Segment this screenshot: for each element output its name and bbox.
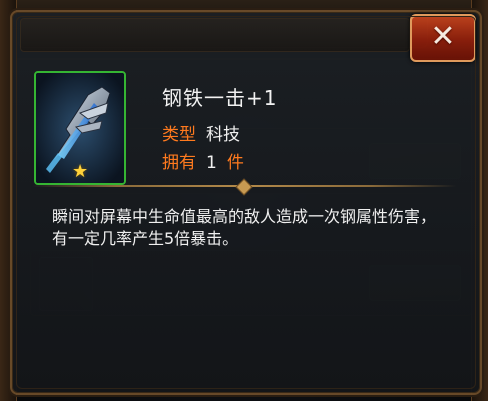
owned-unit: 件 xyxy=(226,153,244,173)
item-detail-popup: ✕ xyxy=(10,10,482,395)
item-name: 钢铁一击+1 xyxy=(162,86,278,110)
item-owned-row: 拥有 1 件 xyxy=(162,148,244,173)
item-description: 瞬间对屏幕中生命值最高的敌人造成一次钢属性伤害，有一定几率产生5倍暴击。 xyxy=(52,207,437,248)
popup-header-bar xyxy=(20,18,410,52)
close-icon: ✕ xyxy=(430,19,456,54)
game-screen: ✕ ★ 钢铁一击+1 类型 科技 拥有 1 件 瞬间对屏幕中生命值最高的敌人造成… xyxy=(0,0,488,401)
star-icon: ★ xyxy=(72,161,89,182)
type-label: 类型 xyxy=(162,125,196,145)
type-value: 科技 xyxy=(206,125,240,145)
item-icon-frame: ★ xyxy=(34,71,126,185)
owned-label: 拥有 xyxy=(162,153,196,173)
close-button[interactable]: ✕ xyxy=(410,14,476,62)
owned-count: 1 xyxy=(206,153,217,173)
item-type-row: 类型 科技 xyxy=(162,120,240,145)
